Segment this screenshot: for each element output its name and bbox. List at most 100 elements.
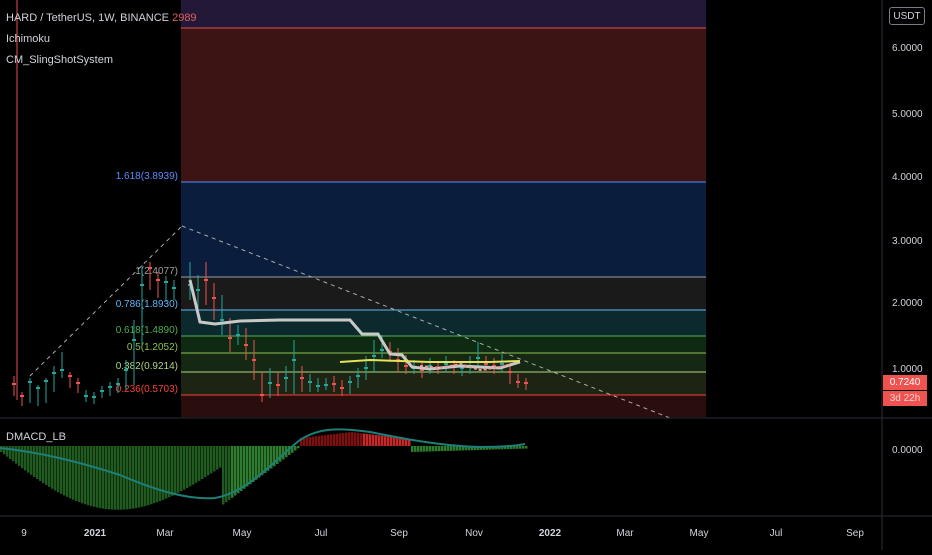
histogram-bar xyxy=(45,446,48,486)
candle-body xyxy=(476,357,480,359)
histogram-bar xyxy=(87,446,90,506)
time-tick-label: Sep xyxy=(390,528,408,539)
histogram-bar xyxy=(372,434,375,446)
candle-body xyxy=(212,297,216,299)
histogram-bar xyxy=(399,437,402,446)
candle-body xyxy=(12,383,16,385)
candle-body xyxy=(164,281,168,283)
histogram-bar xyxy=(297,446,300,449)
candle-body xyxy=(308,381,312,383)
time-tick-label: Jul xyxy=(315,528,328,539)
candle-body xyxy=(508,371,512,373)
histogram-bar xyxy=(102,446,105,509)
histogram-bar xyxy=(204,446,207,478)
histogram-bar xyxy=(426,446,429,452)
indicator-ichimoku[interactable]: Ichimoku xyxy=(6,33,50,45)
candle-body xyxy=(132,339,136,341)
histogram-bar xyxy=(39,446,42,482)
candle-body xyxy=(500,363,504,365)
time-tick-label: Sep xyxy=(846,528,864,539)
histogram-bar xyxy=(33,446,36,477)
candle-body xyxy=(252,359,256,361)
histogram-bar xyxy=(108,446,111,510)
candle-body xyxy=(44,380,48,382)
histogram-bar xyxy=(129,446,132,509)
candle-body xyxy=(84,395,88,397)
symbol-title[interactable]: HARD / TetherUS, 1W, BINANCE 2989 xyxy=(6,12,197,24)
price-tick-label: 5.0000 xyxy=(892,109,923,120)
fib-label: 0.236(0.5703) xyxy=(116,384,178,395)
candle-body xyxy=(380,349,384,351)
histogram-bar xyxy=(249,446,252,485)
time-tick-label: Mar xyxy=(616,528,634,539)
histogram-bar xyxy=(387,436,390,446)
candle-body xyxy=(100,390,104,392)
histogram-bar xyxy=(93,446,96,507)
histogram-bar xyxy=(42,446,45,484)
histogram-bar xyxy=(150,446,153,505)
fib-label: 0.786(1.8930) xyxy=(116,299,178,310)
histogram-bar xyxy=(330,434,333,446)
histogram-bar xyxy=(378,435,381,446)
candle-body xyxy=(148,267,152,269)
indicator-slingshot[interactable]: CM_SlingShotSystem xyxy=(6,54,113,66)
candle-body xyxy=(140,284,144,286)
histogram-bar xyxy=(96,446,99,508)
histogram-bar xyxy=(156,446,159,503)
histogram-bar xyxy=(63,446,66,496)
histogram-bar xyxy=(117,446,120,510)
chart-root[interactable]: 1.618(3.8939) 1(2.4077) 0.786(1.8930) 0.618… xyxy=(0,0,932,550)
histogram-bar xyxy=(198,446,201,481)
fib-zone-red xyxy=(181,28,706,182)
candle-body xyxy=(60,369,64,371)
histogram-bar xyxy=(24,446,27,471)
currency-button[interactable]: USDT xyxy=(889,7,925,25)
candle-body xyxy=(156,279,160,281)
candle-body xyxy=(348,381,352,383)
indicator-dmacd[interactable]: DMACD_LB xyxy=(6,431,66,443)
histogram-bar xyxy=(441,446,444,452)
histogram-bar xyxy=(246,446,249,487)
histogram-bar xyxy=(525,446,528,449)
histogram-bar xyxy=(315,436,318,446)
histogram-bar xyxy=(168,446,171,498)
histogram-bar xyxy=(333,434,336,446)
histogram-bar xyxy=(48,446,51,487)
candle-body xyxy=(116,383,120,385)
histogram-bar xyxy=(207,446,210,476)
histogram-bar xyxy=(57,446,60,493)
histogram-bar xyxy=(81,446,84,504)
histogram-bar xyxy=(147,446,150,506)
time-tick-label: May xyxy=(233,528,252,539)
candle-body xyxy=(316,385,320,387)
candle-body xyxy=(276,384,280,386)
histogram-bar xyxy=(522,446,525,449)
time-tick-label: Nov xyxy=(465,528,483,539)
price-tick-label: 6.0000 xyxy=(892,43,923,54)
histogram-bar xyxy=(336,433,339,446)
histogram-bar xyxy=(72,446,75,500)
fib-label: 0.618(1.4890) xyxy=(116,325,178,336)
histogram-bar xyxy=(105,446,108,510)
candle-body xyxy=(300,377,304,379)
candle-body xyxy=(92,396,96,398)
histogram-bar xyxy=(354,432,357,446)
histogram-bar xyxy=(321,435,324,446)
histogram-bar xyxy=(306,437,309,446)
candle-body xyxy=(444,363,448,365)
histogram-bar xyxy=(141,446,144,507)
time-tick-label: 2022 xyxy=(539,528,562,539)
histogram-bar xyxy=(231,446,234,498)
histogram-bar xyxy=(21,446,24,469)
histogram-bar xyxy=(339,433,342,446)
histogram-bar xyxy=(243,446,246,489)
candle-body xyxy=(524,382,528,384)
histogram-bar xyxy=(114,446,117,510)
histogram-bar xyxy=(84,446,87,505)
candle-body xyxy=(108,386,112,388)
histogram-bar xyxy=(342,432,345,446)
histogram-bar xyxy=(180,446,183,492)
fib-zone-blue xyxy=(181,182,706,277)
histogram-bar xyxy=(447,446,450,451)
price-chart[interactable]: 1.618(3.8939)1(2.4077)0.786(1.8930)0.618… xyxy=(0,0,932,550)
